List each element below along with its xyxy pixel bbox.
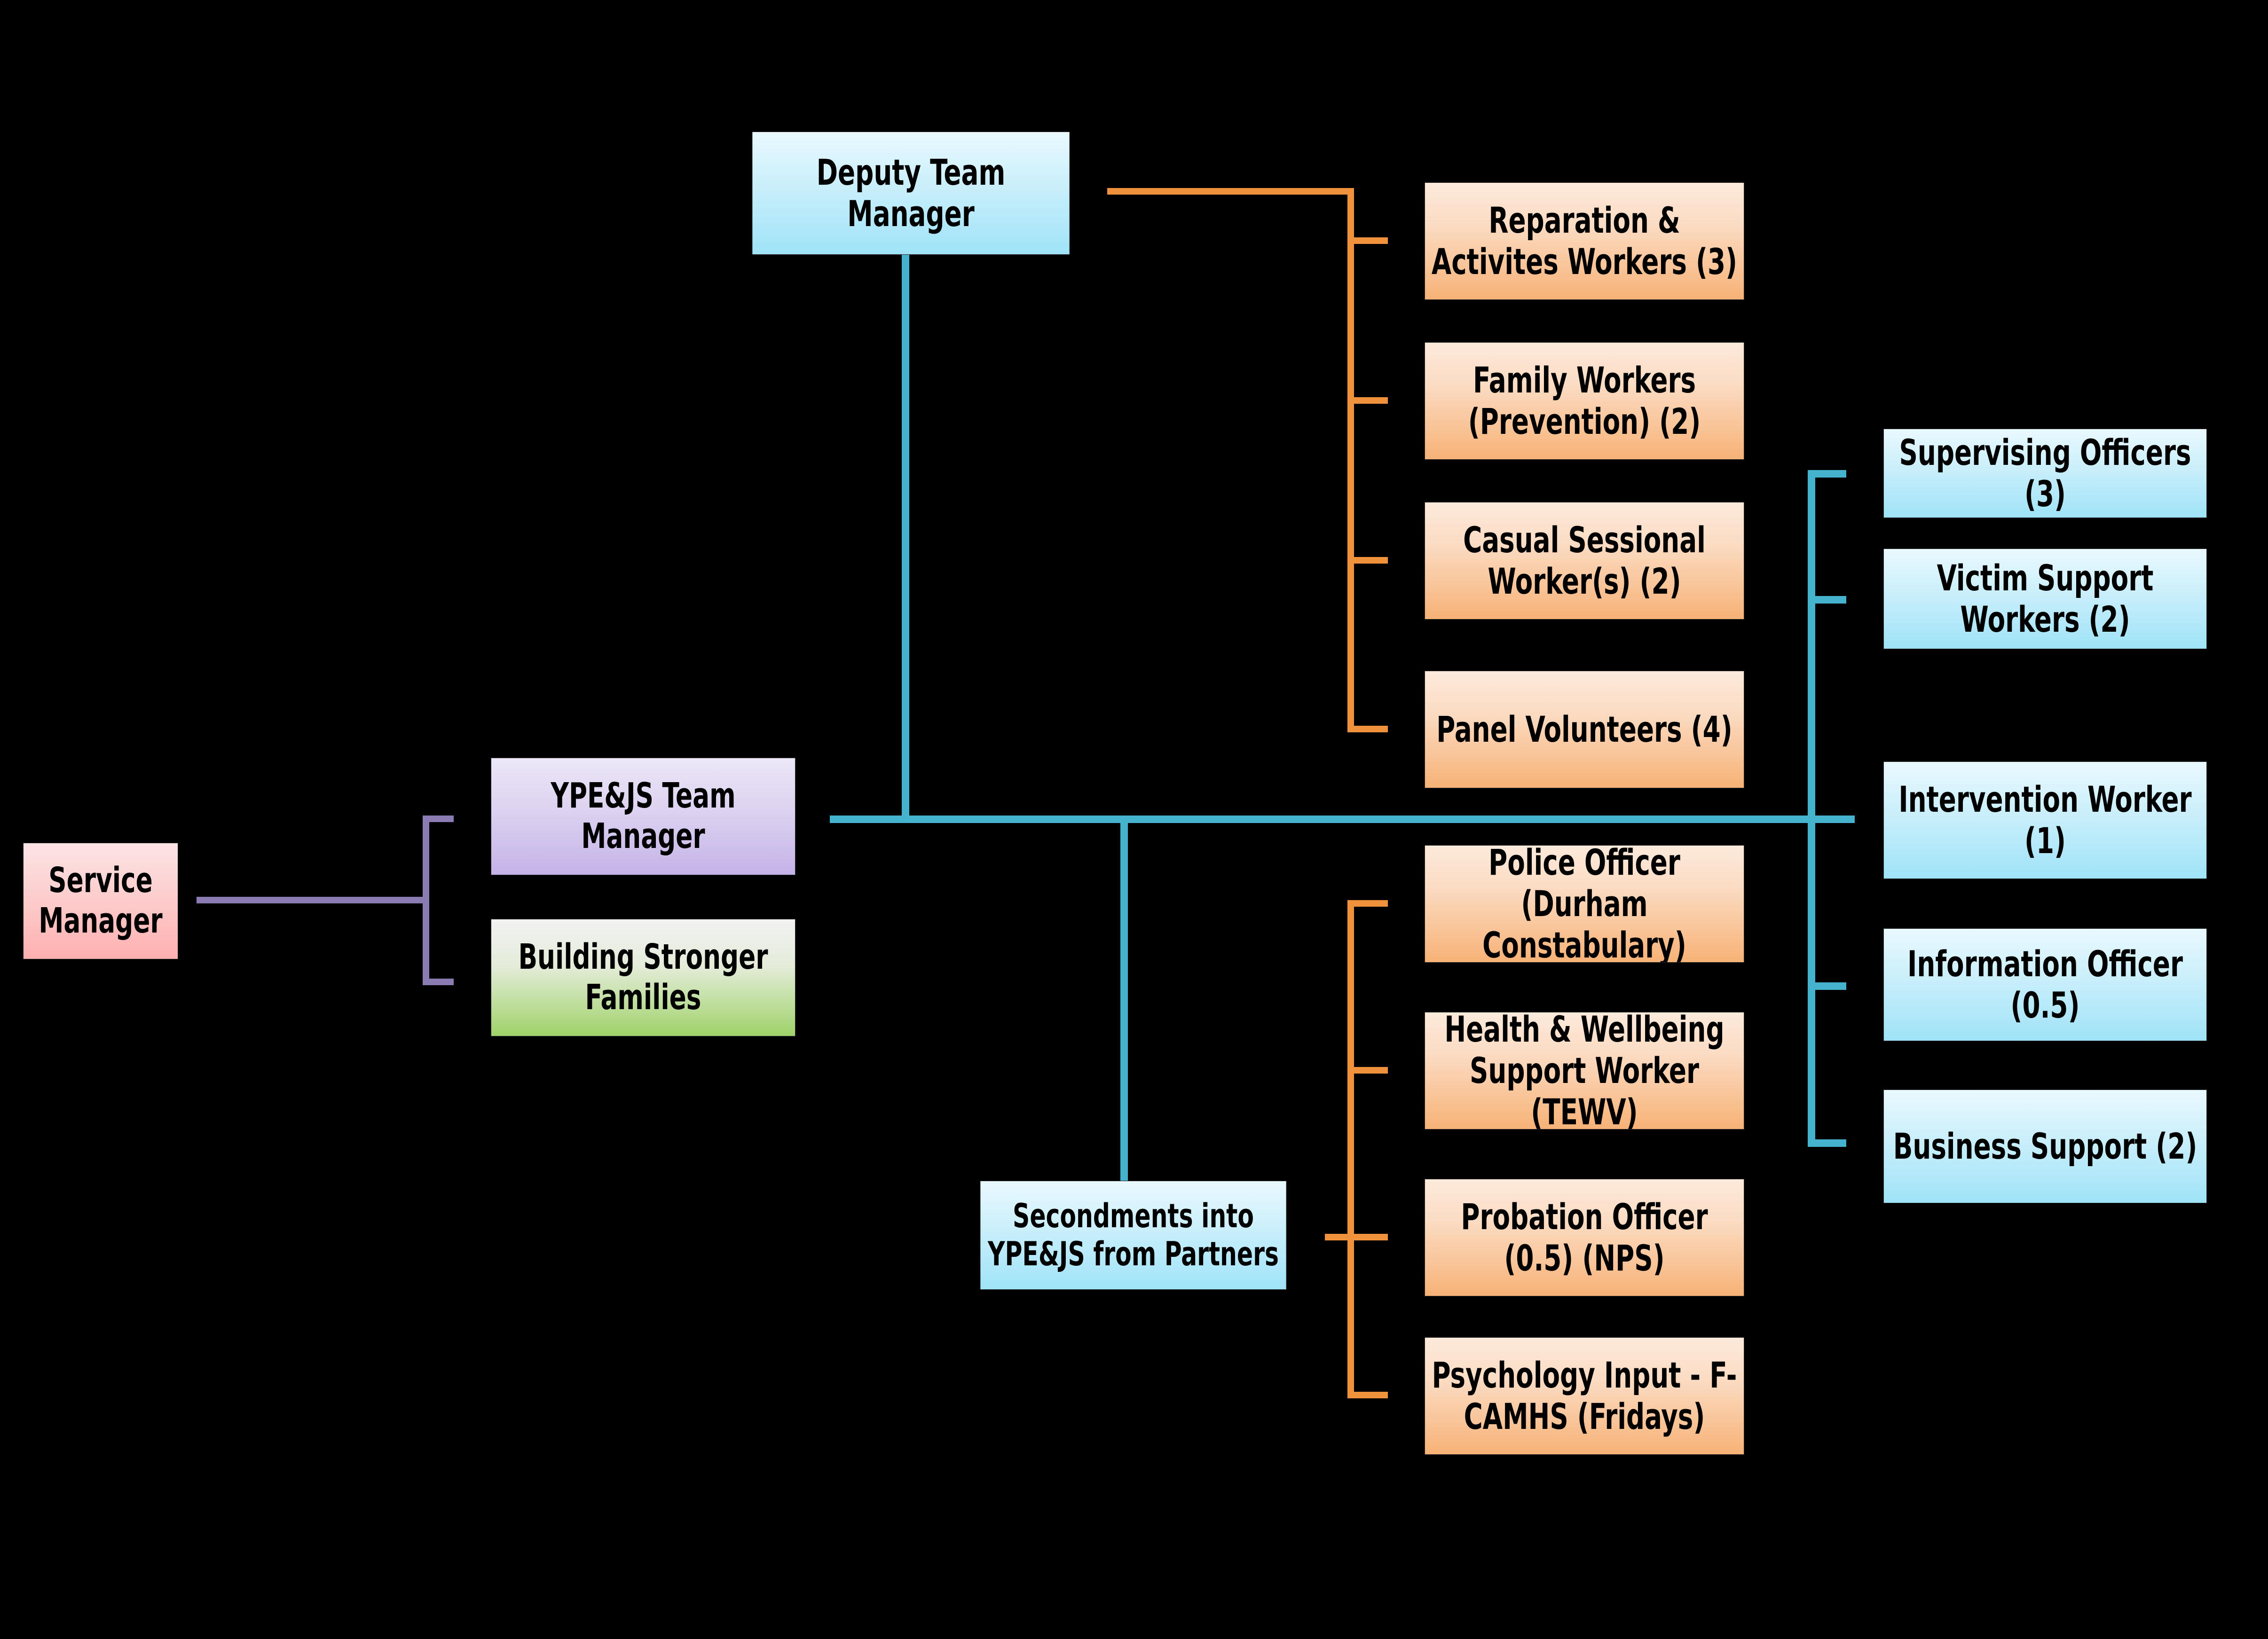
victim-support-workers-label: Victim Support Workers (2) — [1937, 557, 2154, 640]
connector-teal-stub-2 — [1808, 596, 1846, 604]
node-family-workers-prevention[interactable]: Family Workers (Prevention) (2) — [1425, 342, 1744, 460]
node-secondments[interactable]: Secondments into YPE&JS from Partners — [980, 1181, 1287, 1290]
building-stronger-families-label: Building Stronger Families — [518, 937, 768, 1018]
node-psychology-input[interactable]: Psychology Input - F-CAMHS (Fridays) — [1425, 1337, 1744, 1455]
reparation-activites-workers-label: Reparation & Activites Workers (3) — [1431, 199, 1738, 282]
connector-orange-stub-1 — [1347, 237, 1388, 244]
org-chart-canvas: Service Manager YPE&JS Team Manager Buil… — [0, 0, 2268, 1639]
connector-secondments-vertical — [1120, 816, 1128, 1182]
node-police-officer[interactable]: Police Officer (Durham Constabulary) — [1425, 845, 1744, 963]
supervising-officers-label: Supervising Officers (3) — [1899, 431, 2191, 515]
connector-team-manager-main-horizontal — [830, 816, 1855, 823]
node-reparation-activites-workers[interactable]: Reparation & Activites Workers (3) — [1425, 182, 1744, 300]
node-building-stronger-families[interactable]: Building Stronger Families — [491, 919, 795, 1036]
connector-service-manager-stub — [197, 897, 429, 903]
secondments-label: Secondments into YPE&JS from Partners — [988, 1196, 1279, 1273]
connector-teal-stub-1 — [1808, 470, 1846, 478]
panel-volunteers-label: Panel Volunteers (4) — [1436, 708, 1732, 750]
connector-orange-bracket-bottom-vertical — [1347, 900, 1354, 1398]
family-workers-prevention-label: Family Workers (Prevention) (2) — [1468, 359, 1701, 442]
service-manager-label: Service Manager — [39, 860, 163, 941]
police-officer-label: Police Officer (Durham Constabulary) — [1482, 845, 1686, 963]
connector-orange-stub-5 — [1347, 900, 1388, 907]
connector-orange-stub-6 — [1347, 1067, 1388, 1074]
ypejs-team-manager-label: YPE&JS Team Manager — [551, 776, 736, 856]
connector-deputy-exit — [1107, 188, 1354, 195]
probation-officer-label: Probation Officer (0.5) (NPS) — [1461, 1195, 1708, 1279]
connector-orange-stub-8 — [1347, 1392, 1388, 1398]
intervention-worker-label: Intervention Worker (1) — [1898, 778, 2192, 862]
connector-teal-stub-4 — [1808, 982, 1846, 990]
node-probation-officer[interactable]: Probation Officer (0.5) (NPS) — [1425, 1179, 1744, 1296]
node-panel-volunteers[interactable]: Panel Volunteers (4) — [1425, 671, 1744, 788]
node-service-manager[interactable]: Service Manager — [23, 843, 178, 959]
node-deputy-team-manager[interactable]: Deputy Team Manager — [752, 132, 1070, 255]
connector-orange-stub-7 — [1347, 1234, 1388, 1240]
connector-violet-stub-team-manager — [423, 816, 454, 822]
node-victim-support-workers[interactable]: Victim Support Workers (2) — [1883, 549, 2207, 649]
deputy-team-manager-label: Deputy Team Manager — [816, 151, 1006, 235]
connector-orange-bracket-top-vertical — [1347, 188, 1354, 732]
node-intervention-worker[interactable]: Intervention Worker (1) — [1883, 761, 2207, 879]
psychology-input-label: Psychology Input - F-CAMHS (Fridays) — [1432, 1354, 1737, 1437]
node-health-wellbeing-support-worker[interactable]: Health & Wellbeing Support Worker (TEWV) — [1425, 1012, 1744, 1129]
node-ypejs-team-manager[interactable]: YPE&JS Team Manager — [491, 758, 795, 875]
node-supervising-officers[interactable]: Supervising Officers (3) — [1883, 429, 2207, 518]
node-casual-sessional-workers[interactable]: Casual Sessional Worker(s) (2) — [1425, 502, 1744, 620]
connector-deputy-vertical — [902, 254, 909, 818]
health-wellbeing-support-worker-label: Health & Wellbeing Support Worker (TEWV) — [1444, 1012, 1725, 1129]
connector-violet-vertical — [423, 816, 429, 985]
connector-violet-stub-bsf — [423, 979, 454, 985]
casual-sessional-workers-label: Casual Sessional Worker(s) (2) — [1463, 518, 1706, 602]
connector-teal-bracket-vertical — [1808, 470, 1815, 1147]
connector-orange-stub-2 — [1347, 397, 1388, 404]
connector-orange-stub-3 — [1347, 557, 1388, 564]
information-officer-label: Information Officer (0.5) — [1907, 942, 2183, 1026]
connector-orange-stub-4 — [1347, 726, 1388, 732]
connector-teal-stub-3 — [1808, 816, 1846, 823]
connector-teal-stub-5 — [1808, 1139, 1846, 1147]
node-business-support[interactable]: Business Support (2) — [1883, 1090, 2207, 1203]
node-information-officer[interactable]: Information Officer (0.5) — [1883, 928, 2207, 1041]
business-support-label: Business Support (2) — [1893, 1125, 2197, 1167]
